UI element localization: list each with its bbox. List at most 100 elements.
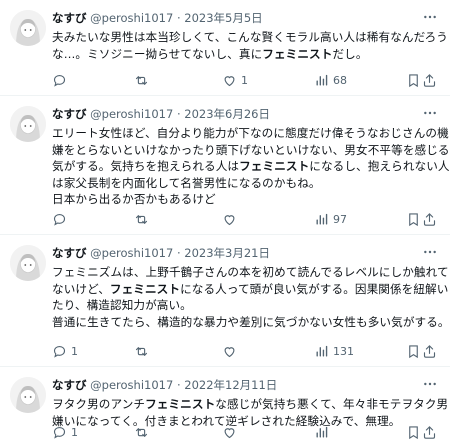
share-button[interactable] (422, 210, 437, 228)
share-button[interactable] (422, 71, 437, 89)
avatar[interactable] (10, 245, 46, 281)
tweet-date[interactable]: 2023年6月26日 (184, 107, 270, 121)
reply-button[interactable]: 1 (52, 423, 78, 441)
user-handle[interactable]: @peroshi1017 (90, 378, 173, 392)
views-bars-icon (314, 425, 329, 440)
tweet-text-line: 嫌をとらないといけなかったり頭下げないといけない、男女不平等を感じる (52, 142, 449, 159)
reply-button[interactable] (52, 71, 71, 89)
like-button[interactable] (222, 342, 241, 360)
tweet-text: 夫みたいな男性は本当珍しくて、こんな賢くモラル高い人は稀有なんだろう な…。ミソジ… (52, 29, 448, 63)
more-dots-icon[interactable] (422, 376, 438, 392)
avatar[interactable] (10, 10, 46, 46)
like-button[interactable]: 1 (222, 71, 248, 89)
retweet-icon (134, 425, 149, 440)
reply-count: 1 (71, 344, 78, 358)
text-segment: 夫みたいな男性は本当珍しくて、こんな賢くモラル高い人は稀有なんだろう (52, 30, 448, 44)
more-dots-icon[interactable] (422, 105, 438, 121)
retweet-button[interactable] (134, 71, 153, 89)
text-segment: だし。 (332, 46, 368, 61)
tweet-actions: 1 131 (52, 342, 440, 360)
retweet-icon (134, 212, 149, 227)
user-handle[interactable]: @peroshi1017 (90, 246, 173, 260)
user-handle[interactable]: @peroshi1017 (90, 11, 173, 25)
bookmark-button[interactable] (406, 210, 421, 228)
view-count: 131 (333, 344, 354, 358)
retweet-icon (134, 344, 149, 359)
display-name[interactable]: なすび (52, 11, 87, 25)
tweet-date[interactable]: 2023年5月5日 (184, 11, 262, 25)
reply-bubble-icon (52, 425, 67, 440)
retweet-button[interactable] (134, 423, 153, 441)
tweet[interactable]: なすび @peroshi1017 · 2023年3月21日 フェミニズムは、上野千… (0, 235, 450, 367)
retweet-icon (134, 73, 149, 88)
retweet-button[interactable] (134, 210, 153, 228)
retweet-button[interactable] (134, 342, 153, 360)
text-segment: エリート女性ほど、自分より能力が下なのに態度だけ偉そうなおじさんの機 (52, 126, 449, 140)
bookmark-button[interactable] (406, 423, 421, 441)
reply-button[interactable]: 1 (52, 342, 78, 360)
share-icon (422, 425, 437, 440)
heart-icon (222, 212, 237, 227)
tweet-header: なすび @peroshi1017 · 2022年12月11日 (52, 376, 414, 394)
tweet-text-line: 夫みたいな男性は本当珍しくて、こんな賢くモラル高い人は稀有なんだろう (52, 29, 448, 46)
reply-button[interactable] (52, 210, 71, 228)
share-button[interactable] (422, 342, 437, 360)
separator-dot: · (176, 378, 181, 392)
views-button[interactable]: 131 (314, 342, 354, 360)
tweet[interactable]: なすび @peroshi1017 · 2022年12月11日ヲタク男のアンチフェ… (0, 367, 450, 448)
tweet-text-line: な…。ミソジニー拗らせてないし、真にフェミニストだし。 (52, 46, 440, 63)
share-button[interactable] (422, 423, 437, 441)
timeline: なすび @peroshi1017 · 2023年5月5日夫みたいな男性は本当珍し… (0, 0, 450, 448)
tweet-actions: 1 (52, 423, 440, 441)
text-segment: 日本から出るか否かもあるけど (52, 192, 216, 206)
text-segment: は家父長制を内面化して名誉男性になるのかもね。 (52, 175, 321, 190)
tweet-header: なすび @peroshi1017 · 2023年6月26日 (52, 105, 414, 123)
text-segment: な…。ミソジニー拗らせてないし、真に (52, 46, 263, 61)
display-name[interactable]: なすび (52, 246, 87, 260)
tweet-text-line: ヲタク男のアンチフェミニストな感じが気持ち悪くて、年々非モテヲタク男 (52, 396, 448, 413)
tweet[interactable]: なすび @peroshi1017 · 2023年5月5日 夫みたいな男性は本当珍し… (0, 0, 450, 96)
more-dots-icon[interactable] (422, 9, 438, 25)
tweet-text-line: 日本から出るか否かもあるけど (52, 191, 440, 208)
text-segment: 嫌をとらないといけなかったり頭下げないといけない、男女不平等を感じる (52, 142, 450, 157)
share-icon (422, 212, 437, 227)
views-button[interactable]: 97 (314, 210, 347, 228)
avatar[interactable] (10, 377, 46, 413)
reply-bubble-icon (52, 212, 67, 227)
more-dots-icon[interactable] (422, 244, 438, 260)
like-button[interactable] (222, 210, 241, 228)
bookmark-button[interactable] (406, 71, 421, 89)
text-segment: ないけど、 (52, 281, 110, 296)
tweet-date[interactable]: 2022年12月11日 (184, 378, 277, 392)
view-count: 68 (333, 73, 347, 87)
tweet[interactable]: なすび @peroshi1017 · 2023年6月26日エリート女性ほど、自分… (0, 96, 450, 235)
reply-count: 1 (71, 425, 78, 439)
tweet-text-line: フェミニズムは、上野千鶴子さんの本を初めて読んでるレベルにしか触れて (52, 264, 449, 281)
tweet-text: フェミニズムは、上野千鶴子さんの本を初めて読んでるレベルにしか触れて ないけど、フ… (52, 264, 449, 330)
text-segment: になるし、抱えられない人 (309, 159, 450, 173)
like-count: 1 (241, 73, 248, 87)
display-name[interactable]: なすび (52, 107, 87, 121)
tweet-text-line: 気がする。気持ちを抱えられる人はフェミニストになるし、抱えられない人 (52, 158, 450, 175)
text-segment: になる人って頭が良い気がする。因果関係を紐解い (180, 281, 449, 296)
like-button[interactable] (222, 423, 241, 441)
heart-icon (222, 73, 237, 88)
text-segment: な感じが気持ち悪くて、年々非モテヲタク男 (215, 397, 449, 411)
bookmark-icon (406, 73, 421, 88)
share-icon (422, 344, 437, 359)
tweet-date[interactable]: 2023年3月21日 (184, 246, 270, 260)
display-name[interactable]: なすび (52, 378, 87, 392)
avatar[interactable] (10, 106, 46, 142)
tweet-text-line: たり、構造認知力が高い。 (52, 297, 440, 314)
views-bars-icon (314, 212, 329, 227)
views-button[interactable]: 68 (314, 71, 347, 89)
view-count: 97 (333, 212, 347, 226)
bookmark-button[interactable] (406, 342, 421, 360)
separator-dot: · (176, 107, 181, 121)
share-icon (422, 73, 437, 88)
user-handle[interactable]: @peroshi1017 (90, 107, 173, 121)
views-button[interactable] (314, 423, 333, 441)
tweet-text-line: ないけど、フェミニストになる人って頭が良い気がする。因果関係を紐解い (52, 281, 448, 298)
bookmark-icon (406, 344, 421, 359)
views-bars-icon (314, 344, 329, 359)
